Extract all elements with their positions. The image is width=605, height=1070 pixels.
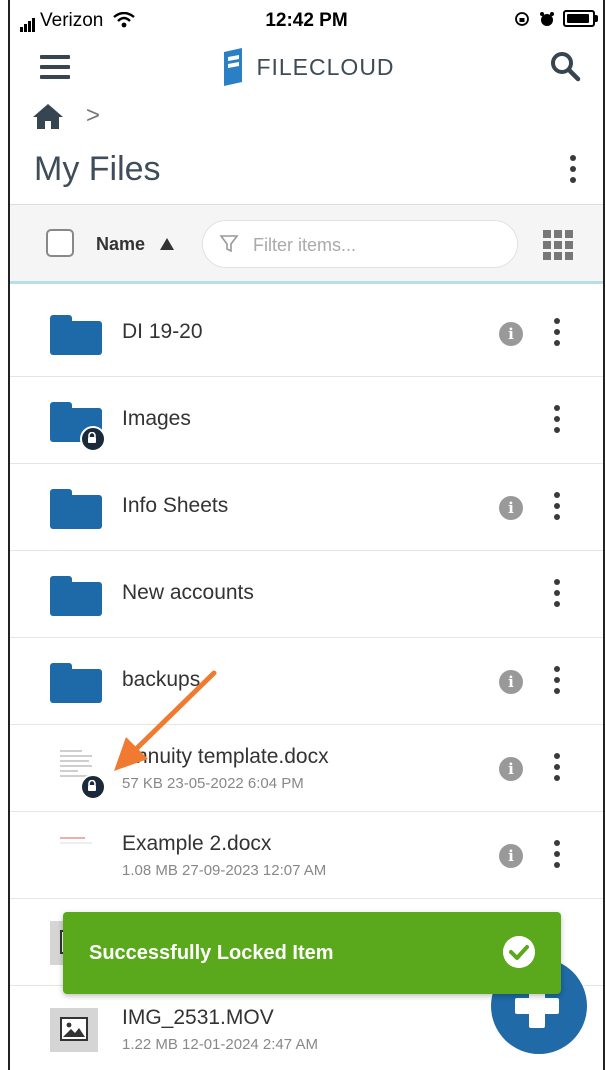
lock-icon — [80, 774, 106, 800]
image-thumbnail — [50, 1008, 102, 1052]
filecloud-logo: FILECLOUD — [10, 48, 603, 86]
item-name: New accounts — [122, 581, 254, 604]
list-item[interactable]: backups i — [10, 638, 603, 725]
list-item[interactable]: DI 19-20 i — [10, 290, 603, 377]
app-header: FILECLOUD — [10, 40, 603, 92]
lock-icon — [80, 426, 106, 452]
checkmark-icon — [503, 936, 535, 968]
item-name: Images — [122, 407, 191, 430]
breadcrumb-separator: > — [86, 102, 101, 129]
item-meta: 1.08 MB 27-09-2023 12:07 AM — [122, 862, 327, 879]
more-options-icon[interactable] — [553, 318, 561, 350]
item-name: Info Sheets — [122, 494, 229, 517]
orientation-lock-icon — [515, 11, 529, 26]
toast-message: Successfully Locked Item — [89, 942, 334, 964]
alarm-icon — [539, 11, 554, 26]
info-icon[interactable]: i — [499, 496, 523, 520]
status-bar: Verizon 12:42 PM — [10, 0, 603, 40]
info-icon[interactable]: i — [499, 844, 523, 868]
sort-by-name-label[interactable]: Name — [96, 234, 145, 255]
list-item[interactable]: Example 2.docx 1.08 MB 27-09-2023 12:07 … — [10, 812, 603, 899]
more-options-icon[interactable] — [553, 579, 561, 611]
filter-icon — [219, 235, 239, 253]
item-name: Annuity template.docx — [122, 745, 329, 768]
info-icon[interactable]: i — [499, 670, 523, 694]
info-icon[interactable]: i — [499, 757, 523, 781]
more-options-icon[interactable] — [553, 840, 561, 872]
more-options-icon[interactable] — [553, 753, 561, 785]
app-screen: Verizon 12:42 PM FILECLOUD > My Files Na… — [8, 0, 605, 1070]
brand-name: FILECLOUD — [256, 53, 395, 80]
list-toolbar: Name — [10, 204, 603, 284]
folder-icon — [50, 573, 102, 617]
item-meta: 1.22 MB 12-01-2024 2:47 AM — [122, 1036, 318, 1053]
info-icon[interactable]: i — [499, 322, 523, 346]
select-all-checkbox[interactable] — [46, 229, 74, 257]
folder-icon — [50, 660, 102, 704]
item-name: Example 2.docx — [122, 832, 272, 855]
image-icon — [60, 1017, 88, 1041]
list-item[interactable]: Images — [10, 377, 603, 464]
battery-icon — [563, 10, 598, 28]
breadcrumb: > — [32, 102, 100, 134]
more-options-icon[interactable] — [553, 492, 561, 524]
list-item[interactable]: New accounts — [10, 551, 603, 638]
item-meta: 57 KB 23-05-2022 6:04 PM — [122, 775, 304, 792]
grid-view-icon[interactable] — [543, 230, 575, 260]
page-title: My Files — [34, 150, 161, 188]
folder-icon — [50, 399, 106, 452]
item-name: backups — [122, 668, 201, 691]
page-more-options-icon[interactable] — [567, 155, 579, 185]
filter-box — [202, 220, 518, 268]
folder-icon — [50, 312, 102, 356]
item-name: DI 19-20 — [122, 320, 203, 343]
more-options-icon[interactable] — [553, 666, 561, 698]
search-icon[interactable] — [549, 50, 581, 82]
sort-ascending-icon[interactable] — [160, 238, 174, 250]
document-thumbnail — [50, 747, 106, 800]
home-icon[interactable] — [32, 102, 64, 130]
folder-icon — [50, 486, 102, 530]
item-name: IMG_2531.MOV — [122, 1006, 274, 1029]
document-thumbnail — [50, 834, 102, 878]
filter-input[interactable] — [251, 231, 505, 259]
more-options-icon[interactable] — [553, 405, 561, 437]
list-item[interactable]: Annuity template.docx 57 KB 23-05-2022 6… — [10, 725, 603, 812]
status-icons — [514, 10, 598, 28]
toast-notification: Successfully Locked Item — [63, 912, 561, 994]
list-item[interactable]: Info Sheets i — [10, 464, 603, 551]
filecloud-logo-icon — [224, 48, 243, 86]
